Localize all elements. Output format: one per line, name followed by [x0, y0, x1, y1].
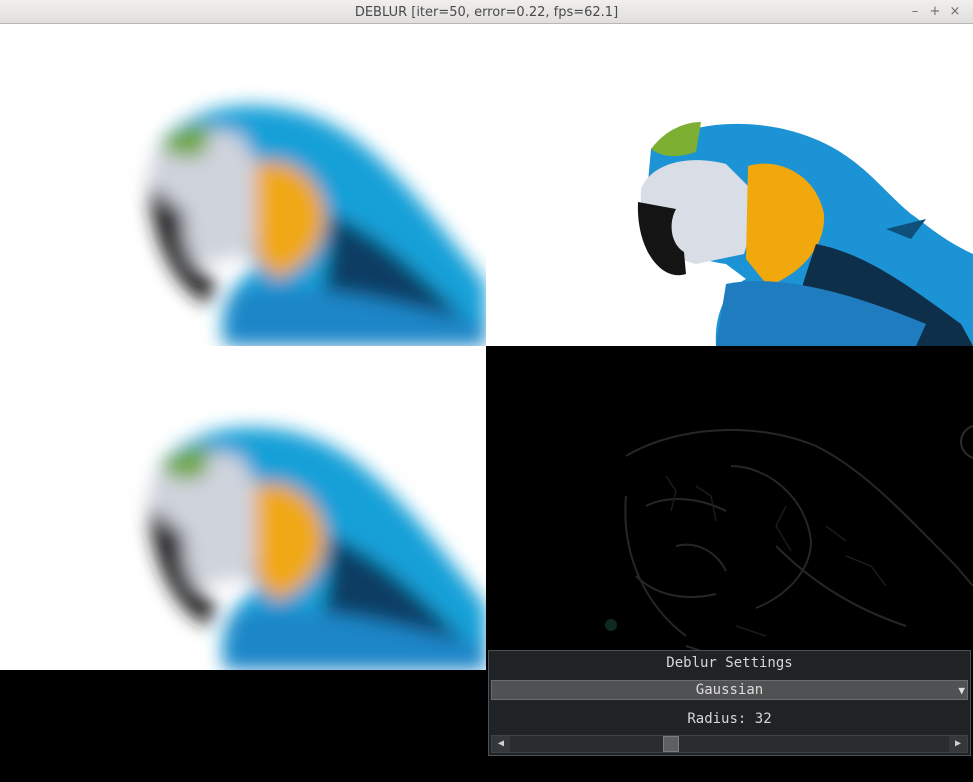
maximize-button[interactable]: +: [925, 0, 945, 24]
error-residual-view: [486, 346, 973, 670]
empty-black-region: [0, 670, 486, 782]
radius-label-row: Radius: 32: [489, 711, 970, 727]
arrow-left-icon[interactable]: ◀: [492, 736, 510, 752]
window-titlebar[interactable]: DEBLUR [iter=50, error=0.22, fps=62.1] –…: [0, 0, 973, 24]
reblurred-parrot-image: [149, 427, 486, 670]
window-controls: – + ×: [905, 0, 965, 24]
radius-label: Radius:: [687, 711, 747, 727]
triangle-down-icon: ▼: [958, 684, 965, 697]
reblurred-estimate-view: [0, 346, 486, 670]
deblurred-parrot-image: [637, 122, 973, 346]
radius-slider-track[interactable]: [512, 736, 947, 752]
arrow-right-icon[interactable]: ▶: [949, 736, 967, 752]
radius-slider[interactable]: ◀ ▶: [491, 735, 968, 753]
window-title: DEBLUR [iter=50, error=0.22, fps=62.1]: [354, 5, 619, 20]
residual-dot: [605, 619, 617, 631]
blurred-parrot-image: [149, 105, 486, 346]
radius-value: 32: [754, 711, 772, 727]
deblurred-output-view: [486, 24, 973, 346]
settings-title: Deblur Settings: [666, 655, 793, 671]
kernel-type-value: Gaussian: [695, 682, 764, 698]
radius-slider-thumb[interactable]: [663, 736, 679, 752]
minimize-button[interactable]: –: [905, 0, 925, 24]
close-button[interactable]: ×: [945, 0, 965, 24]
deblur-settings-panel: Deblur Settings Gaussian ▼ Radius: 32 ◀ …: [488, 650, 971, 756]
kernel-type-dropdown[interactable]: Gaussian ▼: [491, 680, 968, 700]
blurred-input-view: [0, 24, 486, 346]
residual-edge-image: [605, 425, 973, 667]
